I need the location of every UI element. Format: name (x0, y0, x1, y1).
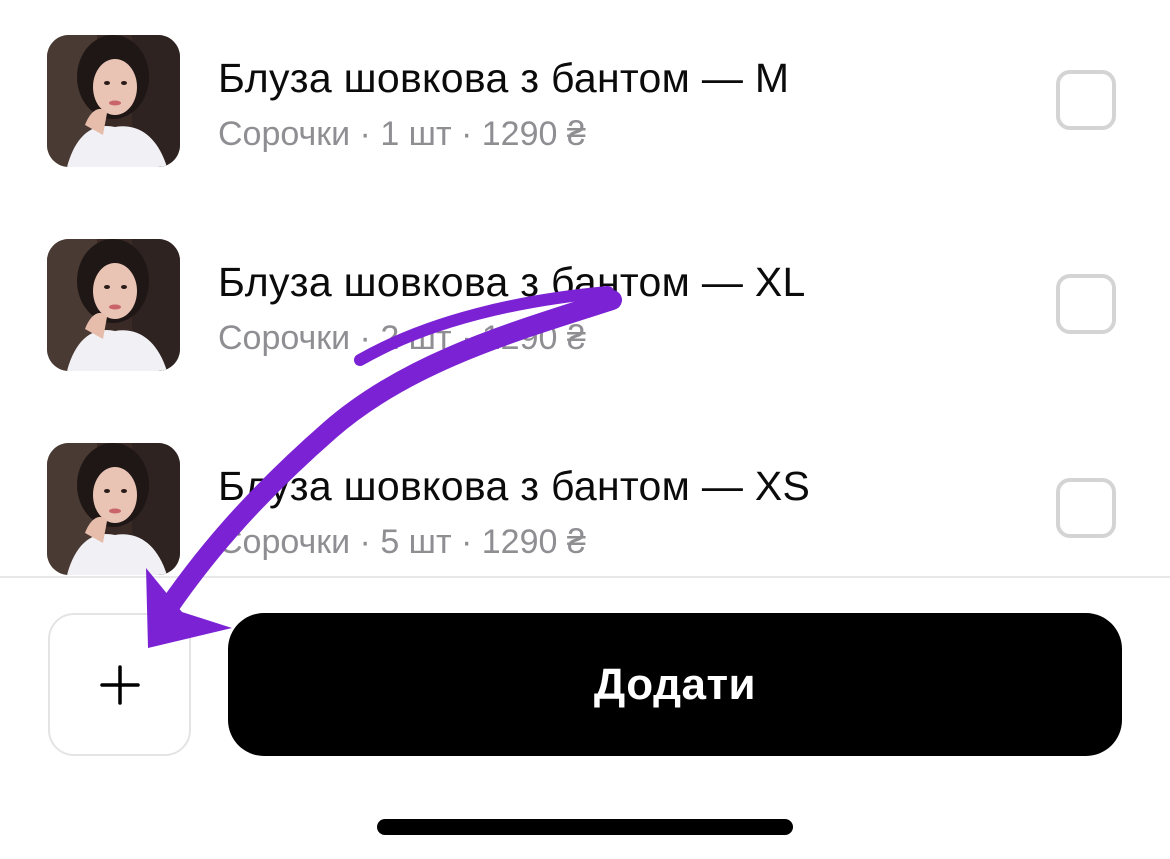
item-checkbox[interactable] (1056, 70, 1116, 130)
item-title: Блуза шовкова з бантом — M (218, 55, 790, 101)
list-item[interactable]: Блуза шовкова з бантом — XL Сорочки · 2 … (0, 239, 1170, 389)
plus-icon (99, 664, 140, 705)
item-title: Блуза шовкова з бантом — XS (218, 463, 811, 509)
add-item-plus-button[interactable] (48, 613, 191, 756)
item-meta: Сорочки · 2 шт · 1290 ₴ (218, 319, 586, 357)
item-checkbox[interactable] (1056, 274, 1116, 334)
item-meta: Сорочки · 5 шт · 1290 ₴ (218, 523, 586, 561)
product-thumbnail (47, 443, 180, 575)
list-item[interactable]: Блуза шовкова з бантом — M Сорочки · 1 ш… (0, 35, 1170, 185)
item-meta: Сорочки · 1 шт · 1290 ₴ (218, 115, 586, 153)
item-checkbox[interactable] (1056, 478, 1116, 538)
home-indicator (377, 819, 793, 835)
add-button[interactable]: Додати (228, 613, 1122, 756)
product-list: Блуза шовкова з бантом — M Сорочки · 1 ш… (0, 0, 1170, 576)
list-item[interactable]: Блуза шовкова з бантом — XS Сорочки · 5 … (0, 443, 1170, 576)
product-thumbnail (47, 239, 180, 371)
item-title: Блуза шовкова з бантом — XL (218, 259, 806, 305)
product-thumbnail (47, 35, 180, 167)
footer-divider (0, 576, 1170, 578)
